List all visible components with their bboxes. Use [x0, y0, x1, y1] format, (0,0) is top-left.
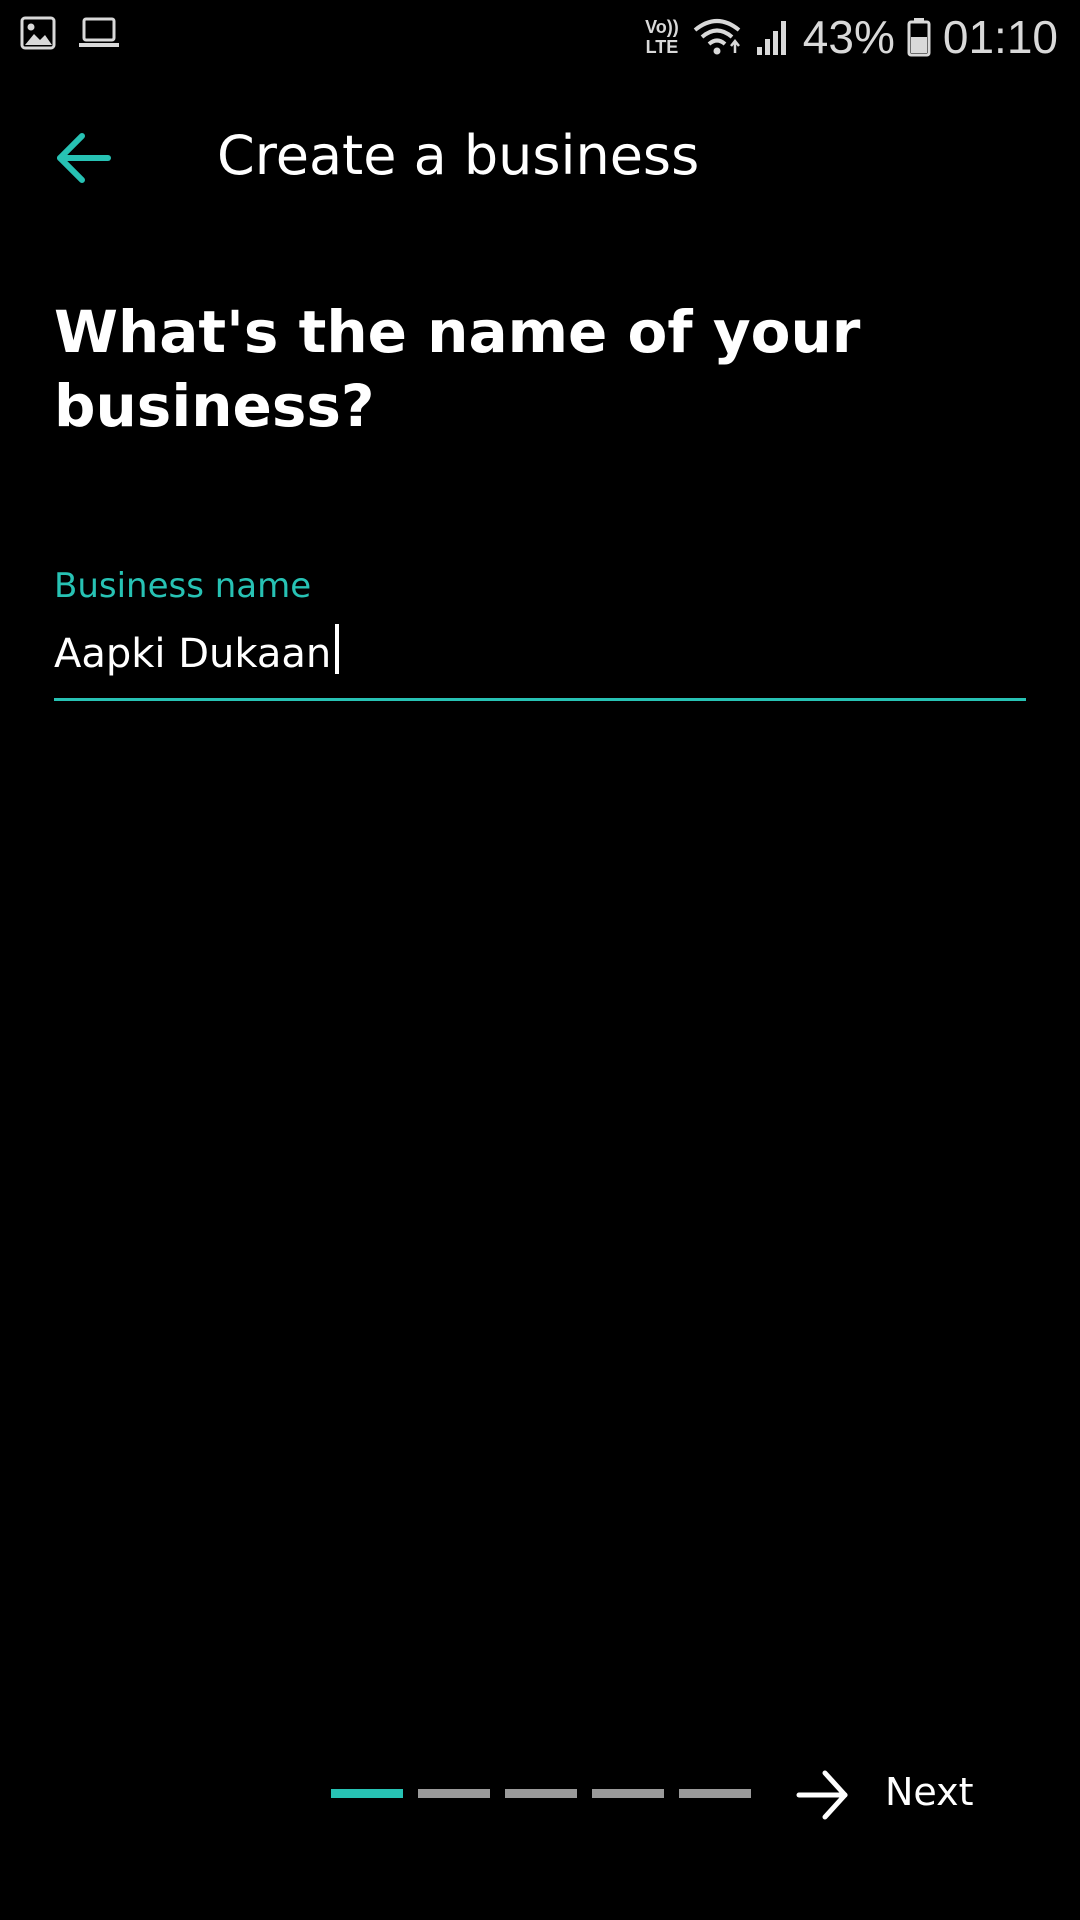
- step-progress: [331, 1789, 751, 1798]
- step-indicator-3: [505, 1789, 577, 1798]
- business-name-input[interactable]: [54, 626, 1026, 682]
- status-bar-right: Vo)) LTE 43% 01:10: [645, 10, 1058, 64]
- battery-icon: [907, 18, 931, 57]
- step-indicator-1: [331, 1789, 403, 1798]
- status-bar-left: [20, 16, 120, 50]
- step-indicator-4: [592, 1789, 664, 1798]
- app-bar: Create a business: [0, 100, 1080, 215]
- question-heading: What's the name of your business?: [54, 298, 861, 440]
- screen: Vo)) LTE 43% 01:10 Create a business Wha…: [0, 0, 1080, 1920]
- volte-label: Vo)): [645, 17, 679, 37]
- business-name-label: Business name: [54, 566, 312, 606]
- wifi-icon: [693, 19, 741, 55]
- signal-icon: [756, 21, 786, 55]
- back-button[interactable]: [52, 130, 116, 186]
- next-label: Next: [885, 1770, 974, 1814]
- status-bar: Vo)) LTE 43% 01:10: [0, 0, 1080, 76]
- arrow-right-icon: [796, 1770, 848, 1820]
- business-name-field: Business name: [54, 566, 1026, 706]
- battery-percent: 43%: [802, 11, 895, 63]
- next-button[interactable]: Next: [795, 1762, 995, 1828]
- field-underline: [54, 698, 1026, 701]
- step-indicator-5: [679, 1789, 751, 1798]
- arrow-left-icon: [57, 133, 111, 183]
- text-cursor: [335, 624, 339, 674]
- volte-indicator: Vo)) LTE: [645, 17, 679, 57]
- laptop-icon: [79, 17, 119, 47]
- page-title: Create a business: [217, 124, 700, 187]
- gallery-icon: [20, 16, 56, 50]
- step-indicator-2: [418, 1789, 490, 1798]
- clock: 01:10: [942, 11, 1058, 63]
- lte-label: LTE: [645, 37, 679, 57]
